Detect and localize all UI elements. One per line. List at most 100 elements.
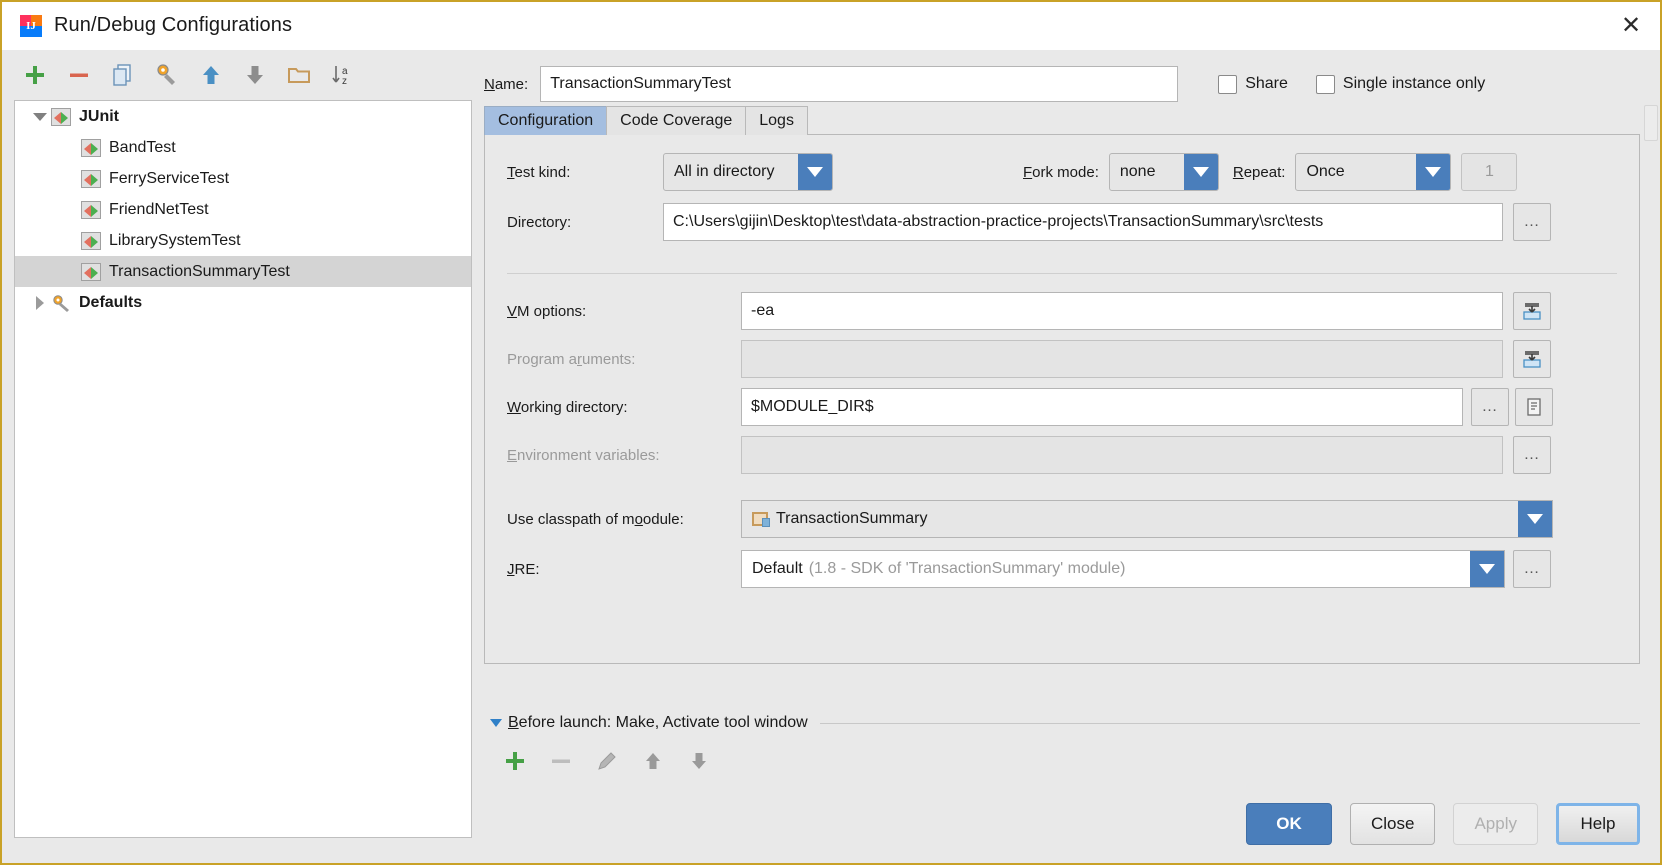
close-button[interactable]: Close bbox=[1350, 803, 1436, 845]
tree-item-junit[interactable]: JUnit bbox=[15, 101, 471, 132]
tree-item-label: FriendNetTest bbox=[109, 200, 209, 218]
expand-editor-icon[interactable] bbox=[1513, 292, 1551, 330]
test-kind-row: Test kind: All in directory Fork mode: n… bbox=[507, 135, 1617, 191]
move-task-up-button[interactable] bbox=[638, 746, 668, 776]
chevron-down-icon[interactable] bbox=[490, 719, 502, 727]
single-instance-checkbox[interactable]: Single instance only bbox=[1315, 74, 1486, 94]
before-launch-title: Before launch: Make, Activate tool windo… bbox=[508, 714, 808, 731]
before-launch-divider bbox=[819, 722, 1640, 724]
intellij-logo-icon: IJ bbox=[20, 14, 42, 37]
fork-mode-value: none bbox=[1119, 163, 1156, 180]
chevron-down-icon[interactable] bbox=[1416, 154, 1451, 190]
use-classpath-of-module-dropdown[interactable]: TransactionSummary bbox=[741, 500, 1553, 538]
name-input[interactable]: TransactionSummaryTest bbox=[540, 66, 1179, 102]
environment-variables-label: Environment variables: bbox=[507, 446, 660, 464]
program-arguments-input bbox=[741, 340, 1503, 378]
tab-code-coverage[interactable]: Code Coverage bbox=[606, 106, 747, 135]
tree-item-librarysystemtest[interactable]: LibrarySystemTest bbox=[15, 225, 471, 256]
tree-item-friendnettest[interactable]: FriendNetTest bbox=[15, 194, 471, 225]
dialog-button-bar: OK Close Apply Help bbox=[1246, 803, 1640, 845]
directory-browse-button[interactable]: … bbox=[1513, 203, 1551, 241]
sort-az-button[interactable]: a z bbox=[328, 60, 358, 90]
test-kind-dropdown[interactable]: All in directory bbox=[663, 153, 833, 191]
use-classpath-of-module-row: Use classpath of moodule: TransactionSum… bbox=[507, 474, 1617, 538]
move-up-button[interactable] bbox=[196, 60, 226, 90]
jre-dropdown[interactable]: Default (1.8 - SDK of 'TransactionSummar… bbox=[741, 550, 1505, 588]
tree-item-defaults[interactable]: Defaults bbox=[15, 287, 471, 318]
jre-value-hint: (1.8 - SDK of 'TransactionSummary' modul… bbox=[808, 560, 1126, 577]
tree-item-label: FerryServiceTest bbox=[109, 169, 230, 187]
working-directory-input[interactable]: $MODULE_DIR$ bbox=[741, 388, 1463, 426]
tree-item-transactionsummarytest[interactable]: TransactionSummaryTest bbox=[15, 256, 471, 287]
repeat-dropdown[interactable]: Once bbox=[1295, 153, 1452, 191]
fork-mode-label-text: ork mode: bbox=[1032, 163, 1099, 181]
tab-logs[interactable]: Logs bbox=[745, 106, 808, 135]
edit-templates-button[interactable] bbox=[152, 60, 182, 90]
configuration-tab-panel: Test kind: All in directory Fork mode: n… bbox=[484, 134, 1640, 664]
logo-mark: IJ bbox=[26, 19, 36, 32]
directory-input[interactable]: C:\Users\gijin\Desktop\test\data-abstrac… bbox=[663, 203, 1503, 241]
fork-mode-label: Fork mode: bbox=[1023, 163, 1099, 181]
chevron-down-icon[interactable] bbox=[29, 112, 51, 121]
jre-row: JRE: Default (1.8 - SDK of 'TransactionS… bbox=[507, 538, 1617, 588]
expand-editor-icon[interactable] bbox=[1513, 340, 1551, 378]
junit-icon bbox=[51, 107, 71, 126]
tree-item-bandtest[interactable]: BandTest bbox=[15, 132, 471, 163]
macros-icon[interactable] bbox=[1515, 388, 1553, 426]
add-configuration-button[interactable] bbox=[20, 60, 50, 90]
share-checkbox-label: Share bbox=[1245, 75, 1288, 92]
title-bar: IJ Run/Debug Configurations ✕ bbox=[2, 2, 1660, 50]
vm-options-input[interactable]: -ea bbox=[741, 292, 1503, 330]
environment-variables-row: Environment variables: … bbox=[507, 426, 1617, 474]
share-checkbox[interactable]: Share bbox=[1218, 74, 1288, 94]
working-directory-label-text: orking directory: bbox=[520, 398, 628, 416]
test-kind-label-text: est kind: bbox=[514, 163, 571, 181]
copy-configuration-button[interactable] bbox=[108, 60, 138, 90]
use-classpath-of-module-value: TransactionSummary bbox=[776, 510, 928, 527]
close-icon[interactable]: ✕ bbox=[1614, 9, 1648, 43]
chevron-down-icon[interactable] bbox=[1518, 501, 1552, 537]
defaults-wrench-icon bbox=[51, 294, 73, 312]
jre-browse-button[interactable]: … bbox=[1513, 550, 1551, 588]
single-instance-checkbox-box[interactable] bbox=[1315, 74, 1335, 94]
tree-item-label: JUnit bbox=[79, 107, 119, 125]
remove-before-launch-task-button bbox=[546, 746, 576, 776]
add-before-launch-task-button[interactable] bbox=[500, 746, 530, 776]
tree-item-ferryservicetest[interactable]: FerryServiceTest bbox=[15, 163, 471, 194]
move-task-down-button[interactable] bbox=[684, 746, 714, 776]
vm-options-label-text: M options: bbox=[517, 302, 587, 320]
before-launch-header[interactable]: Before launch: Make, Activate tool windo… bbox=[484, 714, 1660, 732]
tree-toolbar: a z bbox=[2, 50, 484, 100]
chevron-down-icon[interactable] bbox=[1183, 154, 1218, 190]
test-kind-value: All in directory bbox=[674, 163, 775, 180]
fork-mode-dropdown[interactable]: none bbox=[1108, 153, 1219, 191]
share-checkbox-box[interactable] bbox=[1218, 74, 1238, 94]
chevron-right-icon[interactable] bbox=[29, 295, 51, 310]
single-instance-checkbox-label: Single instance only bbox=[1342, 75, 1486, 92]
use-classpath-of-module-label: Use classpath of moodule: bbox=[507, 510, 684, 528]
tree-item-label: LibrarySystemTest bbox=[109, 231, 241, 249]
remove-configuration-button[interactable] bbox=[64, 60, 94, 90]
jre-value-wrap: Default (1.8 - SDK of 'TransactionSummar… bbox=[742, 551, 1470, 587]
environment-variables-browse-button[interactable]: … bbox=[1513, 436, 1551, 474]
name-label: Name: bbox=[484, 75, 529, 93]
help-button[interactable]: Help bbox=[1556, 803, 1640, 845]
vm-options-label: VM options: bbox=[507, 302, 587, 320]
tab-configuration[interactable]: Configuration bbox=[484, 106, 608, 135]
ok-button[interactable]: OK bbox=[1246, 803, 1332, 845]
move-down-button[interactable] bbox=[240, 60, 270, 90]
chevron-down-icon[interactable] bbox=[1470, 551, 1504, 587]
configurations-tree[interactable]: JUnit BandTest FerryServiceTest FriendNetTe… bbox=[14, 100, 472, 838]
repeat-count-input: 1 bbox=[1461, 153, 1518, 191]
working-directory-browse-button[interactable]: … bbox=[1471, 388, 1509, 426]
create-folder-button[interactable] bbox=[284, 60, 314, 90]
directory-label: Directory: bbox=[507, 213, 572, 231]
chevron-down-icon[interactable] bbox=[798, 154, 832, 190]
vm-options-row: VM options: -ea bbox=[507, 274, 1617, 330]
name-label-text: ame: bbox=[494, 75, 529, 93]
apply-button: Apply bbox=[1453, 803, 1538, 845]
environment-variables-input bbox=[741, 436, 1503, 474]
before-launch-toolbar bbox=[484, 746, 1660, 776]
name-row: Name: TransactionSummaryTest Share Singl… bbox=[484, 50, 1660, 106]
jre-label: JRE: bbox=[507, 560, 540, 578]
